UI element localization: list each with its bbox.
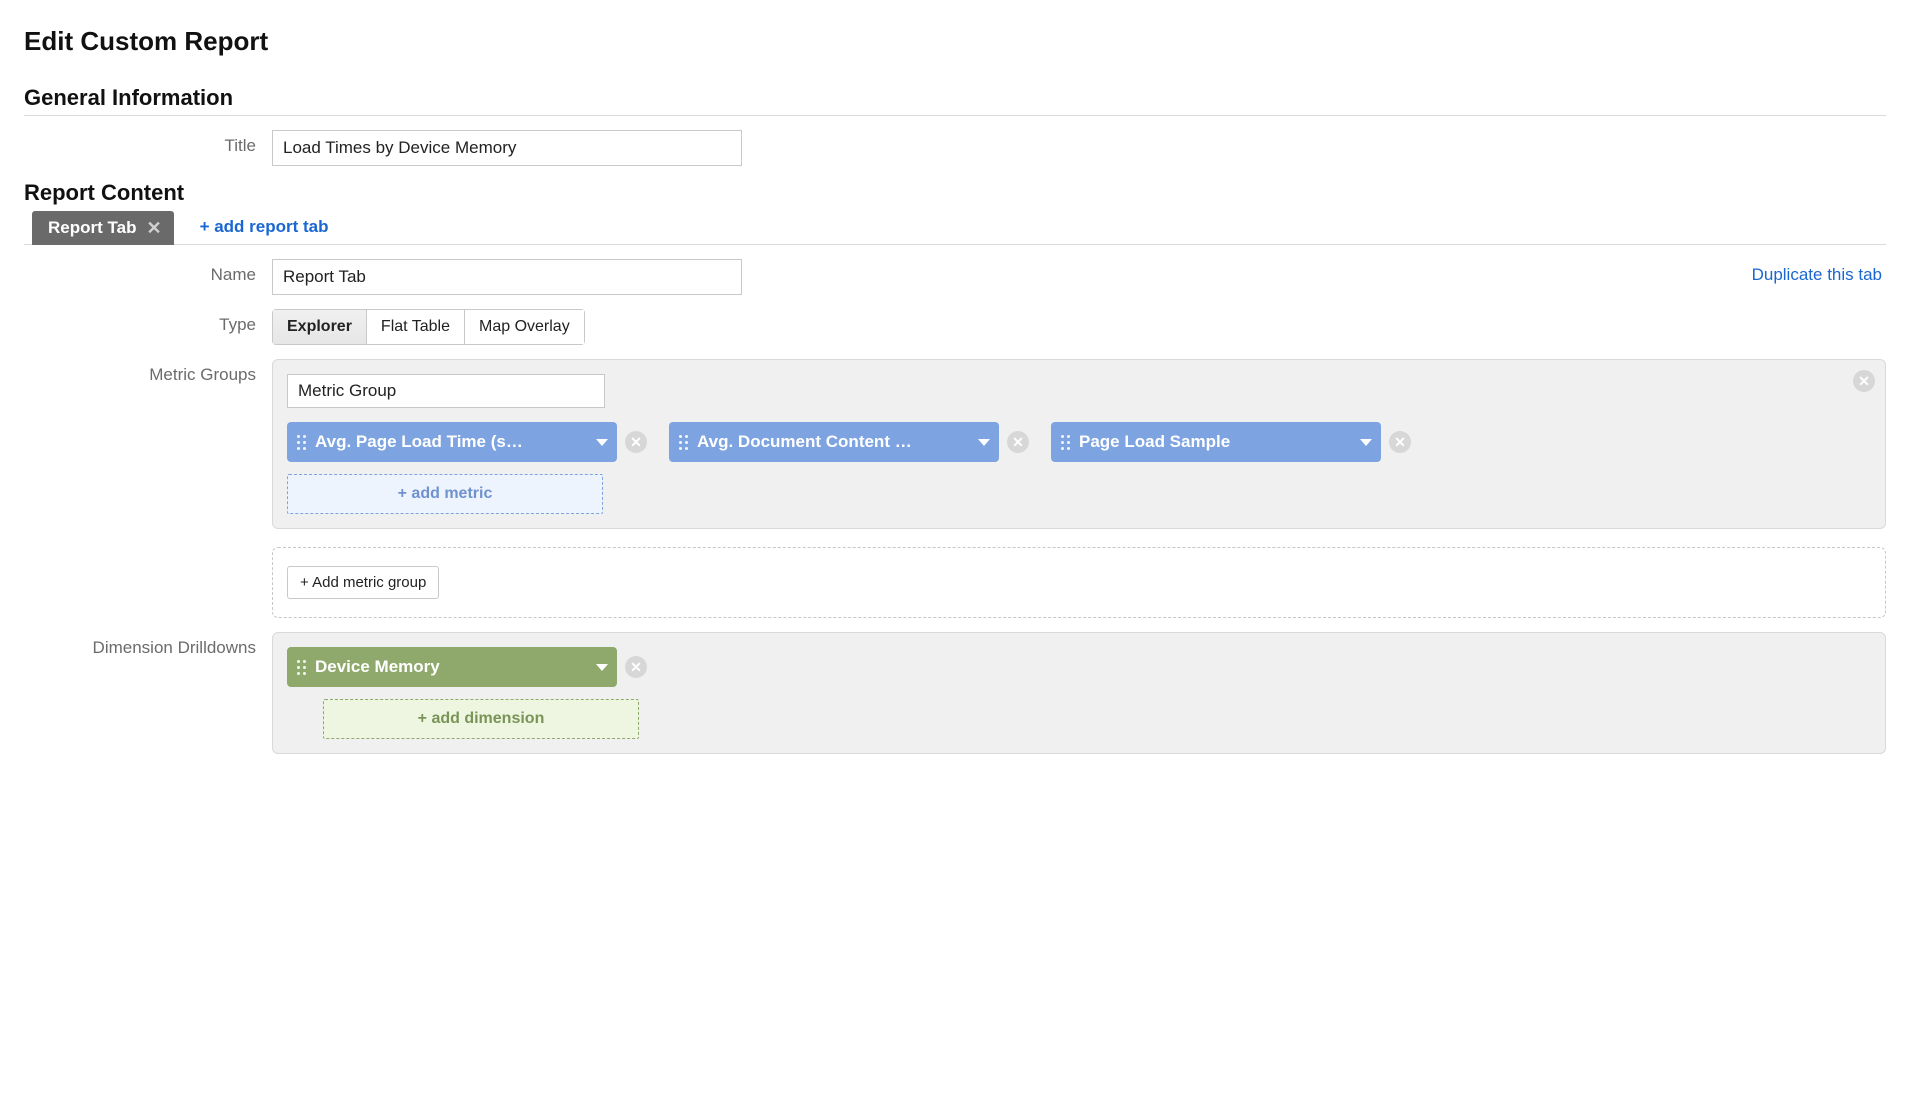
dimension-chip-device-memory[interactable]: Device Memory bbox=[287, 647, 617, 687]
dimension-drilldowns-label: Dimension Drilldowns bbox=[24, 632, 272, 658]
name-label: Name bbox=[24, 259, 272, 285]
metric-chip-avg-page-load-time[interactable]: Avg. Page Load Time (s… bbox=[287, 422, 617, 462]
tab-report-tab[interactable]: Report Tab ✕ bbox=[32, 211, 174, 245]
section-general-info: General Information bbox=[24, 85, 1886, 111]
divider bbox=[24, 115, 1886, 116]
remove-metric-icon[interactable]: ✕ bbox=[625, 431, 647, 453]
add-dimension-button[interactable]: + add dimension bbox=[323, 699, 639, 739]
report-tab-strip: Report Tab ✕ + add report tab bbox=[24, 210, 1886, 245]
close-icon[interactable]: ✕ bbox=[146, 219, 161, 237]
metric-chip-label: Avg. Document Content … bbox=[697, 432, 969, 452]
chevron-down-icon bbox=[1351, 432, 1381, 452]
title-input[interactable] bbox=[272, 130, 742, 166]
dimension-chip-label: Device Memory bbox=[315, 657, 587, 677]
duplicate-tab-link[interactable]: Duplicate this tab bbox=[1752, 265, 1882, 285]
section-report-content: Report Content bbox=[24, 180, 1886, 206]
type-map-overlay-button[interactable]: Map Overlay bbox=[465, 309, 585, 345]
add-metric-button[interactable]: + add metric bbox=[287, 474, 603, 514]
remove-metric-group-icon[interactable]: ✕ bbox=[1853, 370, 1875, 392]
tab-name-input[interactable] bbox=[272, 259, 742, 295]
type-flat-table-button[interactable]: Flat Table bbox=[367, 309, 465, 345]
page-title: Edit Custom Report bbox=[24, 26, 1886, 57]
add-report-tab-link[interactable]: + add report tab bbox=[200, 217, 329, 237]
dimension-drilldowns-panel: Device Memory ✕ + add dimension bbox=[272, 632, 1886, 754]
type-explorer-button[interactable]: Explorer bbox=[272, 309, 367, 345]
drag-handle-icon[interactable] bbox=[287, 660, 315, 675]
metric-chip-label: Page Load Sample bbox=[1079, 432, 1351, 452]
drag-handle-icon[interactable] bbox=[669, 435, 697, 450]
title-label: Title bbox=[24, 130, 272, 156]
chevron-down-icon bbox=[587, 432, 617, 452]
type-label: Type bbox=[24, 309, 272, 335]
metric-chip-row: Avg. Page Load Time (s… ✕ Avg. Document … bbox=[287, 422, 1871, 514]
chevron-down-icon bbox=[969, 432, 999, 452]
chevron-down-icon bbox=[587, 657, 617, 677]
metric-group-panel: ✕ Avg. Page Load Time (s… ✕ bbox=[272, 359, 1886, 529]
metric-chip-label: Avg. Page Load Time (s… bbox=[315, 432, 587, 452]
add-metric-group-button[interactable]: + Add metric group bbox=[287, 566, 439, 599]
metric-chip-page-load-sample[interactable]: Page Load Sample bbox=[1051, 422, 1381, 462]
type-button-group: Explorer Flat Table Map Overlay bbox=[272, 309, 585, 345]
metric-group-name-input[interactable] bbox=[287, 374, 605, 408]
tab-label: Report Tab bbox=[48, 218, 136, 238]
add-metric-group-panel: + Add metric group bbox=[272, 547, 1886, 618]
drag-handle-icon[interactable] bbox=[287, 435, 315, 450]
metric-chip-avg-doc-content[interactable]: Avg. Document Content … bbox=[669, 422, 999, 462]
remove-metric-icon[interactable]: ✕ bbox=[1007, 431, 1029, 453]
drag-handle-icon[interactable] bbox=[1051, 435, 1079, 450]
remove-metric-icon[interactable]: ✕ bbox=[1389, 431, 1411, 453]
metric-groups-label: Metric Groups bbox=[24, 359, 272, 385]
remove-dimension-icon[interactable]: ✕ bbox=[625, 656, 647, 678]
